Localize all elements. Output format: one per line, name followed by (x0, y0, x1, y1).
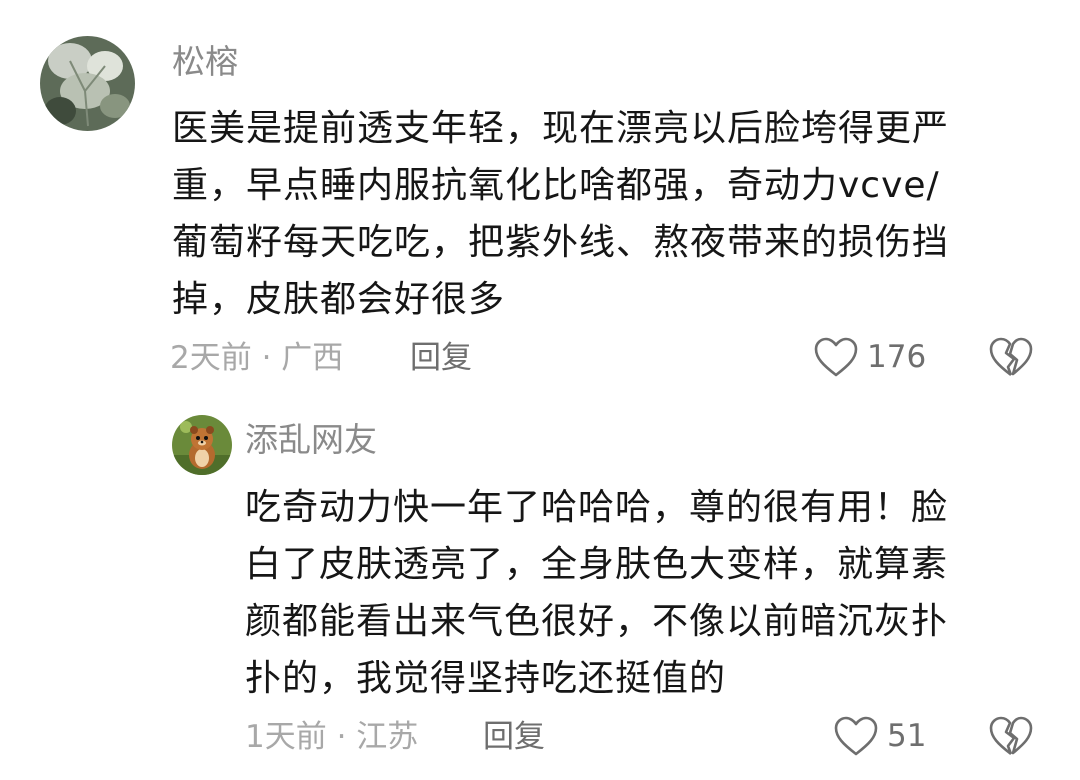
comment-text-line: 吃奇动力快一年了哈哈哈，尊的很有用！脸 (245, 487, 949, 528)
username[interactable]: 松榕 (172, 42, 238, 82)
like-count: 176 (867, 339, 927, 375)
leaf-photo-avatar-icon (40, 36, 135, 131)
user-avatar[interactable] (40, 36, 135, 131)
comment-text-line: 葡萄籽每天吃吃，把紫外线、熬夜带来的损伤挡 (172, 222, 950, 263)
reply-button[interactable]: 回复 (410, 338, 472, 378)
comment-text-line: 重，早点睡内服抗氧化比啥都强，奇动力vcve/ (172, 165, 940, 206)
comment-text: 医美是提前透支年轻，现在漂亮以后脸垮得更严 重，早点睡内服抗氧化比啥都强，奇动力… (172, 100, 949, 328)
username[interactable]: 添乱网友 (245, 420, 377, 460)
user-avatar[interactable] (172, 415, 232, 475)
broken-heart-icon (989, 337, 1033, 377)
comment-text-line: 颜都能看出来气色很好，不像以前暗沉灰扑 (245, 601, 949, 642)
heart-icon (814, 337, 858, 377)
heart-icon (834, 716, 878, 756)
comment-text-line: 白了皮肤透亮了，全身肤色大变样，就算素 (245, 544, 949, 585)
comment-text-line: 扑的，我觉得坚持吃还挺值的 (245, 658, 727, 699)
dislike-button[interactable] (988, 336, 1034, 382)
cartoon-chipmunk-avatar-icon (172, 415, 232, 475)
like-count: 51 (887, 718, 927, 754)
comment-text-line: 医美是提前透支年轻，现在漂亮以后脸垮得更严 (172, 108, 950, 149)
comment-meta: 1天前 · 江苏 (245, 719, 419, 755)
comment-text-line: 掉，皮肤都会好很多 (172, 279, 506, 320)
broken-heart-icon (989, 716, 1033, 756)
comment-meta: 2天前 · 广西 (170, 340, 344, 376)
dislike-button[interactable] (988, 715, 1034, 761)
like-button[interactable]: 176 (813, 336, 926, 378)
comment-text: 吃奇动力快一年了哈哈哈，尊的很有用！脸 白了皮肤透亮了，全身肤色大变样，就算素 … (245, 479, 948, 707)
reply-button[interactable]: 回复 (483, 717, 545, 757)
like-button[interactable]: 51 (833, 715, 926, 757)
